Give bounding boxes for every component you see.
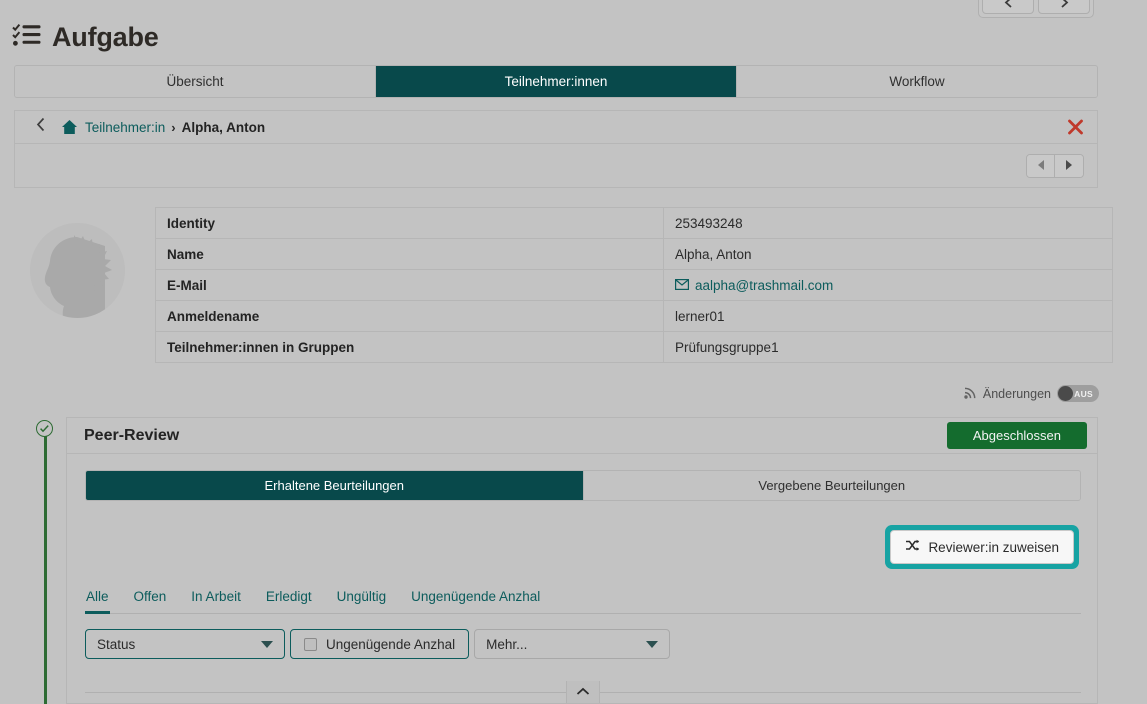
changes-label: Änderungen	[983, 387, 1051, 401]
collapse-row	[85, 681, 1081, 703]
breadcrumb-subbar	[15, 144, 1097, 188]
info-key: Identity	[156, 208, 664, 239]
email-link[interactable]: aalpha@trashmail.com	[675, 278, 833, 293]
breadcrumb-separator: ›	[171, 120, 175, 135]
review-subtabs: Erhaltene Beurteilungen Vergebene Beurte…	[85, 470, 1081, 501]
insufficient-count-checkbox[interactable]: Ungenügende Anzhal	[290, 629, 469, 659]
info-key: Name	[156, 239, 664, 270]
peer-review-title: Peer-Review	[84, 427, 179, 445]
info-value: Prüfungsgruppe1	[664, 332, 1113, 363]
info-value: 253493248	[664, 208, 1113, 239]
breadcrumb-link-teilnehmer[interactable]: Teilnehmer:in	[85, 120, 165, 135]
chevron-up-icon	[576, 683, 590, 701]
filter-tab-ungenuegende-anzhal[interactable]: Ungenügende Anzhal	[410, 585, 541, 614]
rss-feed-icon	[964, 386, 977, 402]
collapse-button[interactable]	[566, 681, 600, 703]
tab-uebersicht[interactable]: Übersicht	[15, 66, 376, 97]
assign-button-row: Reviewer:in zuweisen	[85, 525, 1079, 569]
review-filter-controls: Status Ungenügende Anzhal Mehr...	[85, 629, 1079, 659]
task-list-icon	[12, 22, 42, 53]
main-tabs: Übersicht Teilnehmer:innen Workflow	[14, 65, 1098, 98]
timeline-line	[44, 434, 47, 704]
table-row: Name Alpha, Anton	[156, 239, 1113, 270]
table-row: Teilnehmer:innen in Gruppen Prüfungsgrup…	[156, 332, 1113, 363]
chevron-down-icon	[646, 641, 658, 648]
review-filter-tabs: Alle Offen In Arbeit Erledigt Ungültig U…	[85, 585, 1081, 614]
tab-workflow[interactable]: Workflow	[737, 66, 1097, 97]
triangle-left-icon	[1036, 159, 1046, 174]
shuffle-icon	[905, 539, 920, 555]
status-select-label: Status	[97, 637, 135, 652]
filter-tab-erledigt[interactable]: Erledigt	[265, 585, 313, 614]
chevron-left-icon	[1002, 0, 1015, 9]
page-title-row: Aufgabe	[12, 22, 159, 53]
peer-review-panel: Peer-Review Abgeschlossen Erhaltene Beur…	[66, 417, 1098, 704]
participant-profile: Identity 253493248 Name Alpha, Anton E-M…	[14, 207, 1113, 363]
top-prev-button[interactable]	[982, 0, 1034, 14]
avatar	[30, 223, 125, 318]
changes-toggle-row: Änderungen AUS	[964, 385, 1099, 402]
info-value-email-cell: aalpha@trashmail.com	[664, 270, 1113, 301]
page-title: Aufgabe	[52, 22, 159, 53]
subtab-erhaltene-beurteilungen[interactable]: Erhaltene Beurteilungen	[86, 471, 584, 500]
info-value: lerner01	[664, 301, 1113, 332]
toggle-state-label: AUS	[1074, 389, 1093, 399]
pager-next-button[interactable]	[1055, 155, 1083, 177]
chevron-left-icon	[35, 117, 47, 137]
participant-info-table: Identity 253493248 Name Alpha, Anton E-M…	[155, 207, 1113, 363]
peer-review-body: Erhaltene Beurteilungen Vergebene Beurte…	[67, 454, 1097, 659]
assign-reviewer-button[interactable]: Reviewer:in zuweisen	[890, 530, 1074, 564]
filter-tab-ungueltig[interactable]: Ungültig	[336, 585, 388, 614]
subtab-vergebene-beurteilungen[interactable]: Vergebene Beurteilungen	[584, 471, 1081, 500]
top-next-button[interactable]	[1038, 0, 1090, 14]
top-navigation-buttons	[978, 0, 1094, 18]
table-row: Identity 253493248	[156, 208, 1113, 239]
info-value: Alpha, Anton	[664, 239, 1113, 270]
insufficient-count-label: Ungenügende Anzhal	[326, 637, 455, 652]
info-key: E-Mail	[156, 270, 664, 301]
breadcrumb: Teilnehmer:in › Alpha, Anton	[15, 111, 1097, 144]
peer-review-header: Peer-Review Abgeschlossen	[67, 418, 1097, 454]
record-pager	[1026, 154, 1084, 178]
table-row: Anmeldename lerner01	[156, 301, 1113, 332]
chevron-down-icon	[261, 641, 273, 648]
info-key: Teilnehmer:innen in Gruppen	[156, 332, 664, 363]
close-icon[interactable]	[1067, 119, 1084, 136]
home-icon[interactable]	[61, 119, 78, 135]
pager-prev-button[interactable]	[1027, 155, 1055, 177]
info-key: Anmeldename	[156, 301, 664, 332]
tab-teilnehmer-innen[interactable]: Teilnehmer:innen	[376, 66, 737, 97]
status-badge[interactable]: Abgeschlossen	[947, 422, 1087, 449]
status-select[interactable]: Status	[85, 629, 285, 659]
more-select-label: Mehr...	[486, 637, 527, 652]
toggle-knob	[1058, 386, 1073, 401]
workflow-timeline	[36, 420, 54, 704]
checkbox-box	[304, 638, 317, 651]
breadcrumb-panel: Teilnehmer:in › Alpha, Anton	[14, 110, 1098, 188]
filter-tab-in-arbeit[interactable]: In Arbeit	[190, 585, 242, 614]
filter-tab-offen[interactable]: Offen	[133, 585, 168, 614]
table-row: E-Mail aalpha@trashmail.com	[156, 270, 1113, 301]
breadcrumb-back-button[interactable]	[35, 117, 47, 137]
check-circle-icon	[36, 420, 53, 437]
more-select[interactable]: Mehr...	[474, 629, 670, 659]
mail-icon	[675, 278, 689, 293]
breadcrumb-current: Alpha, Anton	[182, 120, 266, 135]
assign-reviewer-label: Reviewer:in zuweisen	[928, 540, 1059, 555]
assign-button-focus-ring: Reviewer:in zuweisen	[885, 525, 1079, 569]
changes-toggle-switch[interactable]: AUS	[1057, 385, 1099, 402]
app-page: Aufgabe Übersicht Teilnehmer:innen Workf…	[0, 0, 1147, 704]
email-text: aalpha@trashmail.com	[695, 278, 833, 293]
chevron-right-icon	[1058, 0, 1071, 9]
filter-tab-alle[interactable]: Alle	[85, 585, 110, 614]
triangle-right-icon	[1064, 159, 1074, 174]
